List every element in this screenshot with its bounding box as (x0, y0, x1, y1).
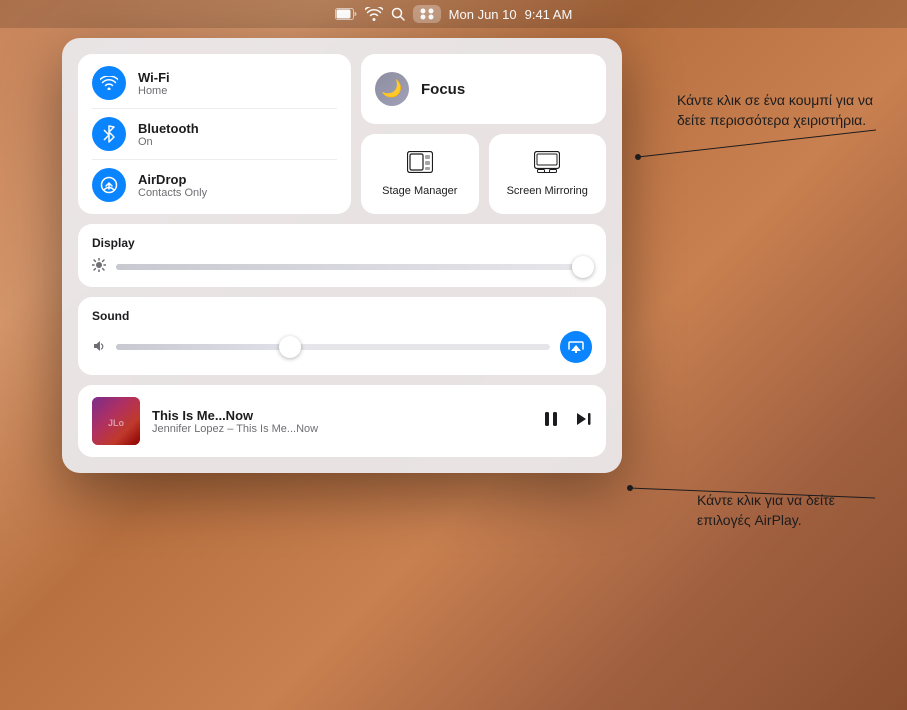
wifi-text: Wi-Fi Home (138, 70, 170, 97)
bluetooth-sublabel: On (138, 136, 199, 148)
callout-1: Κάντε κλικ σε ένα κουμπί για να δείτε πε… (677, 90, 877, 131)
airdrop-label: AirDrop (138, 172, 207, 187)
next-button[interactable] (574, 410, 592, 433)
volume-thumb[interactable] (279, 336, 301, 358)
airdrop-text: AirDrop Contacts Only (138, 172, 207, 199)
volume-low-icon (92, 339, 106, 356)
menubar-date: Mon Jun 10 (449, 7, 517, 22)
bluetooth-tile-item[interactable]: Bluetooth On (92, 108, 337, 151)
screen-mirroring-tile[interactable]: Screen Mirroring (489, 134, 607, 214)
screen-mirroring-icon (534, 151, 560, 179)
brightness-fill (116, 264, 568, 270)
menubar: Mon Jun 10 9:41 AM (0, 0, 907, 28)
stage-manager-tile[interactable]: Stage Manager (361, 134, 479, 214)
airdrop-tile-item[interactable]: AirDrop Contacts Only (92, 159, 337, 202)
focus-label: Focus (421, 81, 465, 98)
bluetooth-icon (92, 117, 126, 151)
wifi-sublabel: Home (138, 85, 170, 97)
search-menubar-icon[interactable] (391, 7, 405, 21)
bluetooth-text: Bluetooth On (138, 121, 199, 148)
now-playing-section: JLo This Is Me...Now Jennifer Lopez – Th… (78, 385, 606, 457)
bluetooth-label: Bluetooth (138, 121, 199, 136)
airplay-button[interactable] (560, 331, 592, 363)
connectivity-tile: Wi-Fi Home Bluetooth On (78, 54, 351, 214)
display-section: Display (78, 224, 606, 287)
bottom-tiles-row: Stage Manager Screen Mirroring (361, 134, 606, 214)
stage-manager-label: Stage Manager (382, 185, 457, 197)
svg-text:JLo: JLo (108, 418, 125, 428)
wifi-label: Wi-Fi (138, 70, 170, 85)
now-playing-info: This Is Me...Now Jennifer Lopez – This I… (152, 408, 530, 435)
album-art-image: JLo (92, 397, 140, 445)
playback-controls (542, 410, 592, 433)
airdrop-icon (92, 168, 126, 202)
stage-manager-icon (407, 151, 433, 179)
volume-track[interactable] (116, 344, 550, 350)
wifi-icon (92, 66, 126, 100)
callout-2: Κάντε κλικ για να δείτε επιλογές AirPlay… (697, 490, 877, 531)
track-artist: Jennifer Lopez – This Is Me...Now (152, 423, 530, 435)
brightness-low-icon (92, 258, 106, 275)
display-label: Display (92, 236, 592, 250)
menubar-time: 9:41 AM (525, 7, 573, 22)
pause-button[interactable] (542, 410, 560, 433)
focus-tile[interactable]: 🌙 Focus (361, 54, 606, 124)
album-art: JLo (92, 397, 140, 445)
control-center-panel: Wi-Fi Home Bluetooth On (62, 38, 622, 473)
screen-mirroring-label: Screen Mirroring (507, 185, 588, 197)
wifi-tile-item[interactable]: Wi-Fi Home (92, 66, 337, 100)
sound-section: Sound (78, 297, 606, 375)
track-title: This Is Me...Now (152, 408, 530, 423)
battery-icon (335, 8, 357, 20)
volume-fill (116, 344, 290, 350)
airdrop-sublabel: Contacts Only (138, 187, 207, 199)
top-tiles-row: Wi-Fi Home Bluetooth On (78, 54, 606, 214)
right-tiles: 🌙 Focus Stage Manager (361, 54, 606, 214)
focus-icon: 🌙 (375, 72, 409, 106)
brightness-track[interactable] (116, 264, 592, 270)
brightness-thumb[interactable] (572, 256, 594, 278)
control-center-menubar-icon[interactable] (413, 5, 441, 23)
volume-slider-row (92, 331, 592, 363)
brightness-slider-row (92, 258, 592, 275)
sound-label: Sound (92, 309, 592, 323)
wifi-menubar-icon[interactable] (365, 7, 383, 21)
